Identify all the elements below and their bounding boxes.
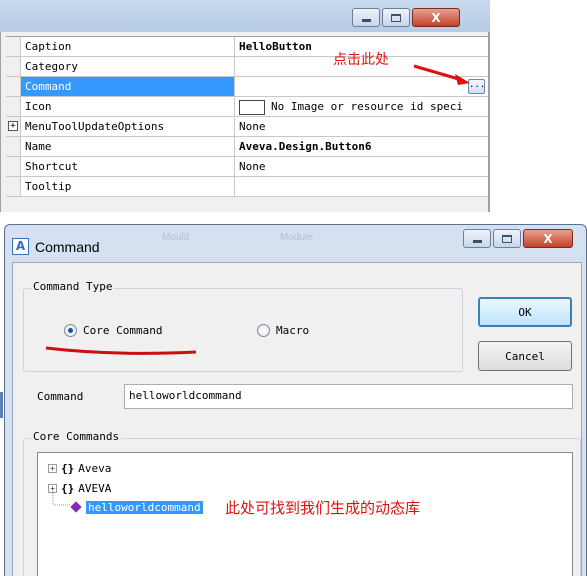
- property-grid: Caption HelloButton Category Command ...…: [6, 36, 488, 197]
- annotation-underline: [45, 346, 197, 355]
- command-type-label: Command Type: [31, 280, 115, 293]
- radio-label: Macro: [276, 324, 310, 337]
- radio-core-command[interactable]: Core Command: [64, 324, 162, 337]
- property-row-tooltip[interactable]: Tooltip: [6, 177, 488, 197]
- annotation-dynamic-lib: 此处可找到我们生成的动态库: [225, 499, 421, 517]
- property-window-titlebar: X: [0, 0, 490, 32]
- maximize-icon: [502, 234, 512, 243]
- tree-node-label: Aveva: [78, 461, 112, 475]
- property-name: Name: [20, 137, 235, 156]
- annotation-click-here: 点击此处: [333, 52, 389, 68]
- command-input[interactable]: helloworldcommand: [124, 384, 573, 409]
- property-value[interactable]: No Image or resource id speci: [235, 97, 488, 116]
- property-name: Category: [20, 57, 235, 76]
- expand-plus-icon[interactable]: +: [8, 121, 18, 131]
- icon-value-text: No Image or resource id speci: [271, 100, 464, 113]
- property-value[interactable]: None: [235, 157, 488, 176]
- maximize-button[interactable]: [382, 8, 410, 27]
- close-icon: X: [431, 10, 441, 25]
- dialog-minimize-button[interactable]: [463, 229, 491, 248]
- app-icon: A: [12, 238, 29, 255]
- property-name: Command: [20, 77, 235, 96]
- radio-macro[interactable]: Macro: [257, 324, 309, 337]
- background-ghost-text: Module: [280, 232, 313, 243]
- tree-node-aveva[interactable]: + {} Aveva: [48, 460, 111, 476]
- property-row-caption[interactable]: Caption HelloButton: [6, 37, 488, 57]
- property-value[interactable]: [235, 177, 488, 196]
- property-row-shortcut[interactable]: Shortcut None: [6, 157, 488, 177]
- minimize-button[interactable]: [352, 8, 380, 27]
- dialog-title-bar: A Command: [12, 238, 100, 255]
- minimize-icon: [472, 240, 482, 243]
- property-row-name[interactable]: Name Aveva.Design.Button6: [6, 137, 488, 157]
- annotation-arrow-icon: [413, 64, 470, 85]
- property-name: Caption: [20, 37, 235, 56]
- tree-node-label-selected: helloworldcommand: [86, 500, 203, 514]
- radio-unchecked-icon: [257, 324, 270, 337]
- close-icon: X: [543, 231, 553, 246]
- maximize-icon: [391, 13, 401, 22]
- ok-button[interactable]: OK: [478, 297, 572, 327]
- cancel-button[interactable]: Cancel: [478, 341, 572, 371]
- property-name: Shortcut: [20, 157, 235, 176]
- property-value[interactable]: None: [235, 117, 488, 136]
- method-icon: [70, 501, 82, 513]
- property-name: MenuToolUpdateOptions: [20, 117, 235, 136]
- property-name: Tooltip: [20, 177, 235, 196]
- background-ghost-text: Mould: [162, 232, 190, 243]
- core-commands-label: Core Commands: [31, 430, 122, 443]
- property-name: Icon: [20, 97, 235, 116]
- radio-checked-icon: [64, 324, 77, 337]
- radio-label: Core Command: [83, 324, 163, 337]
- image-preview-icon: [239, 99, 265, 115]
- dialog-maximize-button[interactable]: [493, 229, 521, 248]
- command-field-label: Command: [37, 390, 84, 403]
- namespace-icon: {}: [61, 461, 75, 475]
- minimize-icon: [361, 19, 371, 22]
- close-button[interactable]: X: [412, 8, 460, 27]
- property-row-icon[interactable]: Icon No Image or resource id speci: [6, 97, 488, 117]
- expand-plus-icon[interactable]: +: [48, 463, 57, 473]
- dialog-close-button[interactable]: X: [523, 229, 573, 248]
- tree-node-helloworldcommand[interactable]: helloworldcommand: [70, 499, 203, 515]
- property-row-menutoolupdateoptions[interactable]: + MenuToolUpdateOptions None: [6, 117, 488, 137]
- dialog-title: Command: [35, 238, 100, 255]
- tree-node-label: AVEVA: [78, 481, 112, 495]
- property-value[interactable]: Aveva.Design.Button6: [235, 137, 488, 156]
- left-edge-bar: [0, 392, 3, 418]
